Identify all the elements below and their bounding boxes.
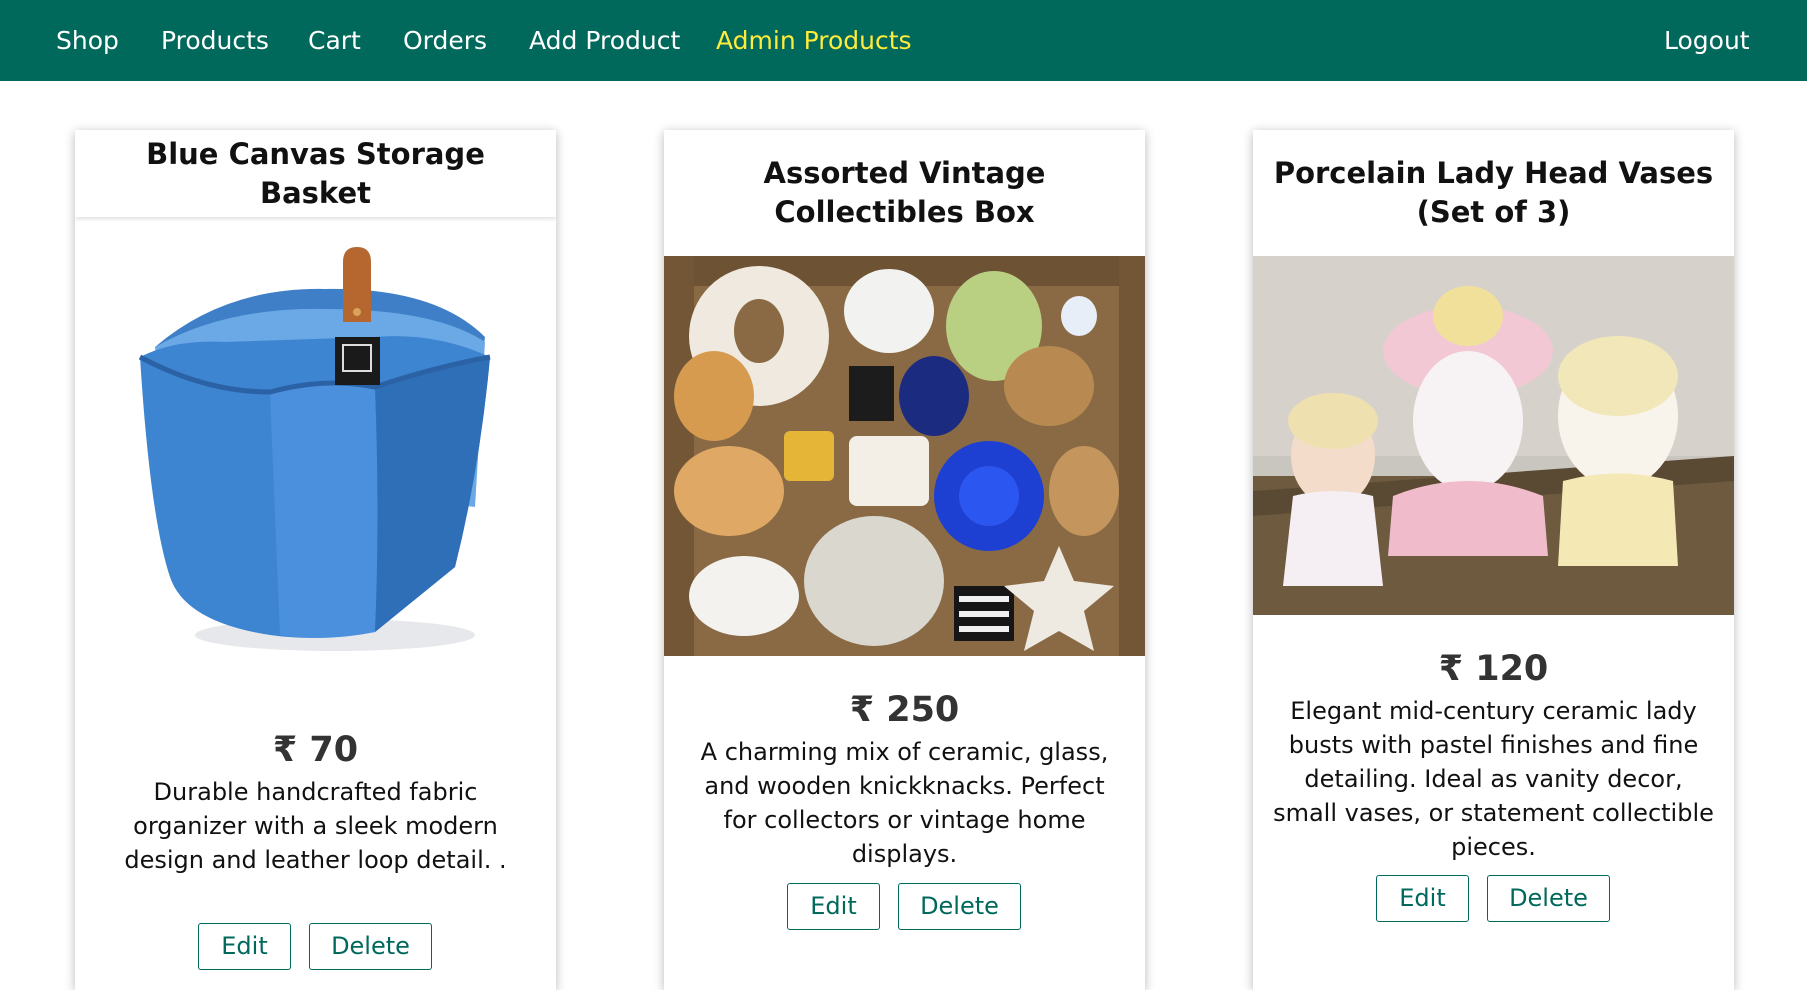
blue-basket-image	[75, 217, 556, 698]
product-title: Assorted Vintage Collectibles Box	[763, 156, 1046, 229]
nav-add-product[interactable]: Add Product	[529, 0, 680, 81]
edit-button[interactable]: Edit	[198, 923, 291, 970]
product-price: ₹ 120	[1438, 649, 1549, 689]
nav-shop[interactable]: Shop	[56, 0, 119, 81]
product-price: ₹ 250	[849, 690, 960, 730]
nav-products[interactable]: Products	[161, 0, 269, 81]
delete-button[interactable]: Delete	[309, 923, 432, 970]
product-description: A charming mix of ceramic, glass, and wo…	[700, 738, 1109, 868]
nav-cart[interactable]: Cart	[308, 0, 361, 81]
edit-button[interactable]: Edit	[1376, 875, 1469, 922]
product-card: Blue Canvas Storage Basket ₹ 70 Durable …	[75, 130, 556, 990]
product-description: Durable handcrafted fabric organizer wit…	[124, 778, 507, 874]
edit-button[interactable]: Edit	[787, 883, 880, 930]
main-header: Shop Products Cart Orders Add Product Ad…	[0, 0, 1807, 81]
product-image	[75, 217, 556, 698]
product-image	[664, 256, 1145, 656]
nav-logout[interactable]: Logout	[1664, 0, 1750, 81]
product-description: Elegant mid-century ceramic lady busts w…	[1273, 697, 1714, 861]
delete-button[interactable]: Delete	[898, 883, 1021, 930]
product-card: Porcelain Lady Head Vases (Set of 3) ₹ 1…	[1253, 130, 1734, 990]
product-image	[1253, 256, 1734, 615]
product-title: Blue Canvas Storage Basket	[75, 130, 556, 217]
product-price: ₹ 70	[272, 730, 359, 770]
product-title: Porcelain Lady Head Vases (Set of 3)	[1273, 156, 1714, 229]
nav-orders[interactable]: Orders	[403, 0, 487, 81]
delete-button[interactable]: Delete	[1487, 875, 1610, 922]
nav-admin-products[interactable]: Admin Products	[716, 0, 912, 81]
product-card: Assorted Vintage Collectibles Box ₹ 250 …	[664, 130, 1145, 990]
vintage-collectibles-image	[664, 256, 1145, 656]
lady-head-vases-image	[1253, 256, 1734, 615]
